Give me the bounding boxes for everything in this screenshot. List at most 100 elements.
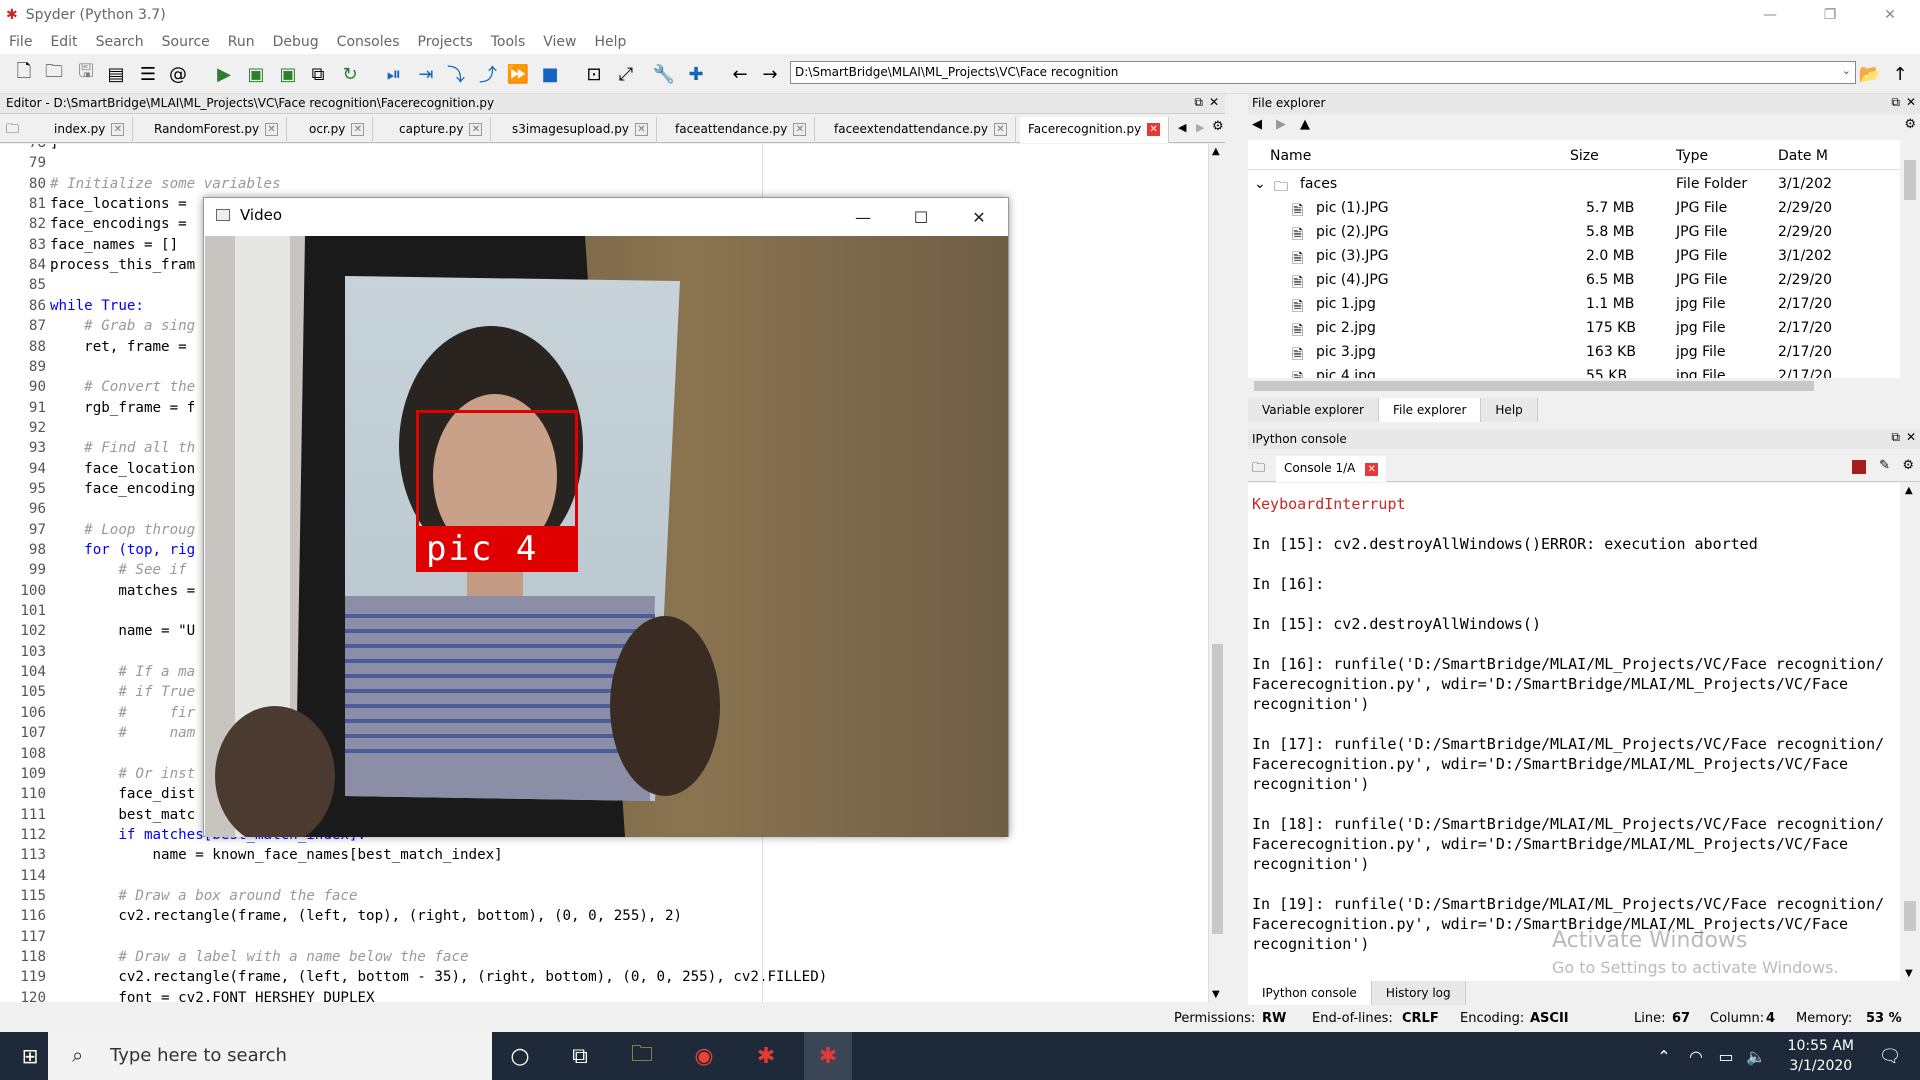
video-close-button[interactable]: ✕: [950, 198, 1008, 236]
ipython-console-output[interactable]: KeyboardInterrupt In [15]: cv2.destroyAll…: [1248, 483, 1900, 981]
close-tab-icon[interactable]: ✕: [351, 123, 365, 136]
menu-projects[interactable]: Projects: [409, 34, 482, 50]
windows-start-icon[interactable]: ⊞: [6, 1032, 54, 1080]
stop-console-icon[interactable]: [1852, 460, 1866, 474]
volume-icon[interactable]: 🔈: [1732, 1032, 1780, 1080]
tab-scroll-left-icon[interactable]: ◀: [1178, 121, 1186, 134]
gear-icon[interactable]: ⚙: [1904, 117, 1916, 132]
close-tab-icon[interactable]: ✕: [634, 123, 648, 136]
parent-icon[interactable]: ▲: [1300, 117, 1310, 132]
file-row[interactable]: 🗎 pic 3.jpg 163 KB jpg File 2/17/20: [1248, 340, 1900, 364]
step-into-icon[interactable]: ⤵: [444, 62, 468, 86]
file-row[interactable]: 🗎 pic (2).JPG 5.8 MB JPG File 2/29/20: [1248, 220, 1900, 244]
notifications-icon[interactable]: 🗨: [1866, 1032, 1914, 1080]
file-row[interactable]: 🗎 pic (3).JPG 2.0 MB JPG File 3/1/202: [1248, 244, 1900, 268]
tab-scroll-right-icon[interactable]: ▶: [1196, 121, 1204, 134]
file-row[interactable]: 🗎 pic (1).JPG 5.7 MB JPG File 2/29/20: [1248, 196, 1900, 220]
file-explorer-hscrollbar[interactable]: [1248, 378, 1920, 394]
tab-variable-explorer[interactable]: Variable explorer: [1248, 398, 1379, 422]
close-tab-icon[interactable]: ✕: [1147, 123, 1161, 136]
file-explorer-icon[interactable]: 🗀: [618, 1032, 666, 1080]
spyder-active-taskbar-icon[interactable]: ✱: [804, 1032, 852, 1080]
tab-help[interactable]: Help: [1481, 398, 1538, 422]
cortana-icon[interactable]: ○: [496, 1032, 544, 1080]
menu-edit[interactable]: Edit: [41, 34, 86, 50]
menu-file[interactable]: File: [0, 34, 41, 50]
browse-tabs-icon[interactable]: 🗀: [6, 120, 19, 142]
menu-run[interactable]: Run: [219, 34, 264, 50]
tab-facerecognition-py[interactable]: Facerecognition.py ✕: [1020, 117, 1170, 143]
task-view-icon[interactable]: ⧉: [556, 1032, 604, 1080]
tab-randomforest-py[interactable]: RandomForest.py ✕: [146, 117, 288, 143]
parent-dir-icon[interactable]: ↑: [1888, 62, 1912, 86]
list-icon[interactable]: ☰: [136, 62, 160, 86]
editor-scrollbar[interactable]: ▲ ▼: [1208, 144, 1225, 1002]
open-file-icon[interactable]: 🗀: [42, 61, 66, 86]
run-selection-icon[interactable]: ⧉: [306, 62, 330, 86]
scrollbar-thumb[interactable]: [1254, 381, 1814, 391]
rerun-icon[interactable]: ↻: [338, 62, 362, 86]
continue-icon[interactable]: ⏩: [506, 62, 530, 86]
scrollbar-thumb[interactable]: [1904, 160, 1916, 200]
close-tab-icon[interactable]: ✕: [265, 123, 279, 136]
chrome-icon[interactable]: ◉: [680, 1032, 728, 1080]
video-window[interactable]: Video — ☐ ✕ pic 4: [203, 197, 1009, 837]
spyder-taskbar-icon[interactable]: ✱: [742, 1032, 790, 1080]
close-tab-icon[interactable]: ✕: [793, 123, 807, 136]
undock-icon[interactable]: ⧉: [1891, 95, 1900, 110]
at-icon[interactable]: @: [166, 62, 190, 86]
save-all-icon[interactable]: ▤: [104, 62, 128, 86]
run-cell-icon[interactable]: ▣: [244, 62, 268, 86]
console-scrollbar[interactable]: ▲ ▼: [1900, 483, 1920, 981]
undock-icon[interactable]: ⧉: [1194, 95, 1203, 110]
video-maximize-button[interactable]: ☐: [892, 198, 950, 236]
close-tab-icon[interactable]: ✕: [1365, 463, 1379, 476]
tab-faceextendattendance-py[interactable]: faceextendattendance.py ✕: [826, 117, 1016, 143]
forward-arrow-icon[interactable]: →: [758, 62, 782, 86]
preferences-icon[interactable]: 🔧: [652, 62, 676, 86]
maximize-pane-icon[interactable]: ⊡: [582, 62, 606, 86]
tab-s3imagesupload-py[interactable]: s3imagesupload.py ✕: [504, 117, 657, 143]
taskbar-clock[interactable]: 10:55 AM 3/1/2020: [1788, 1036, 1854, 1076]
tab-index-py[interactable]: index.py ✕: [46, 117, 134, 143]
browse-folder-icon[interactable]: 📂: [1858, 62, 1882, 86]
file-row[interactable]: 🗎 pic (4).JPG 6.5 MB JPG File 2/29/20: [1248, 268, 1900, 292]
close-tab-icon[interactable]: ✕: [469, 123, 483, 136]
restore-button[interactable]: ❐: [1800, 0, 1860, 30]
file-row[interactable]: 🗎 pic 1.jpg 1.1 MB jpg File 2/17/20: [1248, 292, 1900, 316]
fullscreen-icon[interactable]: ⤢: [614, 62, 638, 86]
column-name[interactable]: Name: [1270, 148, 1311, 164]
menu-debug[interactable]: Debug: [264, 34, 328, 50]
chevron-down-icon[interactable]: ⌄: [1842, 64, 1851, 77]
close-tab-icon[interactable]: ✕: [993, 123, 1007, 136]
column-type[interactable]: Type: [1676, 148, 1708, 164]
debug-icon[interactable]: ⏯: [382, 62, 406, 86]
column-date[interactable]: Date M: [1778, 148, 1828, 164]
scrollbar-thumb[interactable]: [1212, 644, 1223, 934]
scroll-up-icon[interactable]: ▲: [1905, 485, 1913, 496]
step-return-icon[interactable]: ⤴: [476, 62, 500, 86]
tab-console-1a[interactable]: Console 1/A ✕: [1276, 456, 1387, 482]
folder-row[interactable]: ⌄ 🗀 faces File Folder 3/1/202: [1248, 172, 1900, 196]
close-tab-icon[interactable]: ✕: [111, 123, 125, 136]
menu-view[interactable]: View: [534, 34, 585, 50]
close-pane-icon[interactable]: ✕: [1906, 430, 1916, 444]
scrollbar-thumb[interactable]: [1904, 901, 1916, 931]
run-icon[interactable]: ▶: [212, 62, 236, 86]
clear-console-icon[interactable]: ✎: [1879, 458, 1890, 473]
back-arrow-icon[interactable]: ←: [728, 62, 752, 86]
stop-debug-icon[interactable]: ■: [538, 62, 562, 86]
scroll-down-icon[interactable]: ▼: [1905, 968, 1913, 979]
file-explorer-scrollbar[interactable]: [1900, 140, 1920, 378]
new-file-icon[interactable]: 🗋: [12, 61, 36, 86]
python-path-icon[interactable]: ✚: [684, 62, 708, 86]
tab-faceattendance-py[interactable]: faceattendance.py ✕: [667, 117, 816, 143]
scroll-up-icon[interactable]: ▲: [1212, 146, 1220, 157]
save-icon[interactable]: 🖫: [74, 61, 98, 86]
file-row[interactable]: 🗎 pic 2.jpg 175 KB jpg File 2/17/20: [1248, 316, 1900, 340]
video-minimize-button[interactable]: —: [834, 198, 892, 236]
tab-file-explorer[interactable]: File explorer: [1378, 398, 1482, 422]
close-pane-icon[interactable]: ✕: [1906, 95, 1916, 109]
menu-consoles[interactable]: Consoles: [328, 34, 409, 50]
tab-ipython-console[interactable]: IPython console: [1248, 981, 1372, 1005]
